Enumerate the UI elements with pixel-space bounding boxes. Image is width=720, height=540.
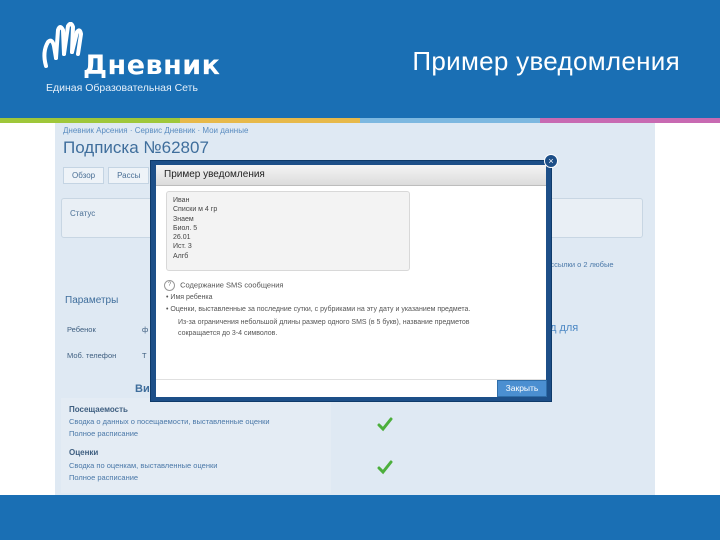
slide-header: Дневник Единая Образовательная Сеть Прим… (0, 0, 720, 118)
params-title: Параметры (65, 295, 119, 306)
sms-line: Знаем (173, 215, 194, 223)
sms-lines: Иван Списки м 4 гр Знаем Биол. 5 26.01 И… (167, 196, 217, 261)
section-title-attendance: Посещаемость (69, 405, 128, 414)
sms-line: Списки м 4 гр (173, 206, 218, 214)
slide-title: Пример уведомления (412, 46, 680, 76)
mailing-link[interactable]: рассылки о 2 любые (542, 260, 614, 269)
param-label-child: Ребенок (67, 325, 96, 334)
bullet-item: • Оценки, выставленные за последние сутк… (166, 306, 471, 313)
tab-bar: Обзор Рассы (63, 167, 150, 184)
param-value-phone: Т (142, 351, 147, 360)
sms-preview: Иван Списки м 4 гр Знаем Биол. 5 26.01 И… (166, 191, 410, 271)
question-icon: ? (164, 280, 175, 291)
section-line[interactable]: Сводка по оценкам, выставленные оценки (69, 461, 217, 470)
section-line[interactable]: Полное расписание (69, 473, 138, 482)
tab-overview[interactable]: Обзор (63, 167, 105, 184)
brand-subtitle: Единая Образовательная Сеть (46, 82, 198, 94)
modal-header: Пример уведомления (156, 165, 546, 186)
close-button[interactable]: Закрыть (497, 380, 547, 397)
checkmark-icon (377, 417, 393, 432)
sms-line: Алгб (173, 252, 189, 260)
note-line: сокращается до 3-4 символов. (178, 330, 278, 337)
sms-line: Ист. 3 (173, 243, 192, 251)
page-heading: Подписка №62807 (63, 138, 209, 157)
brand-logo: Дневник Единая Образовательная Сеть (38, 22, 220, 102)
info-text: Содержание SMS сообщения (180, 280, 284, 290)
bullet-text: Оценки, выставленные за последние сутки,… (170, 306, 471, 313)
modal-title: Пример уведомления (164, 169, 265, 180)
brand-name: Дневник (83, 50, 221, 81)
param-value-child: ф (142, 325, 149, 334)
section-line[interactable]: Полное расписание (69, 429, 138, 438)
status-label: Статус (70, 209, 96, 218)
section-line[interactable]: Сводка о данных о посещаемости, выставле… (69, 417, 270, 426)
note-line: Из-за ограничения небольшой длины размер… (178, 319, 470, 326)
bullet-item: • Имя ребенка (166, 294, 213, 301)
sms-line: 26.01 (173, 234, 191, 242)
notification-example-modal: Пример уведомления Иван Списки м 4 гр Зн… (150, 160, 552, 402)
sms-line: Иван (173, 197, 190, 204)
bullet-text: Имя ребенка (170, 294, 213, 301)
close-icon[interactable]: × (544, 154, 558, 168)
sms-line: Биол. 5 (173, 224, 198, 232)
right-faded-text: д для (550, 322, 579, 334)
modal-body: Пример уведомления Иван Списки м 4 гр Зн… (156, 165, 546, 397)
param-label-phone: Моб. телефон (67, 351, 117, 360)
sms-content-info: ? Содержание SMS сообщения (164, 280, 283, 291)
section-heading: Ви (135, 383, 150, 395)
section-title-grades: Оценки (69, 448, 99, 457)
breadcrumb[interactable]: Дневник Арсения · Сервис Дневник · Мои д… (63, 126, 248, 135)
tab-mailing[interactable]: Рассы (108, 167, 150, 184)
modal-footer (156, 379, 546, 398)
checkmark-icon (377, 460, 393, 475)
